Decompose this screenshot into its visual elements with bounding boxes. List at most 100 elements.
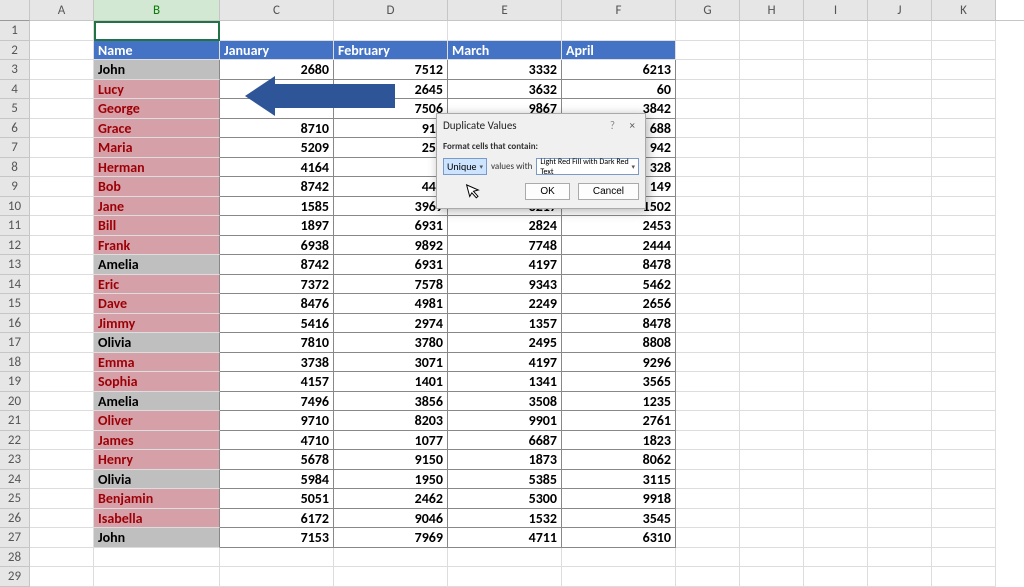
cell[interactable] <box>30 392 94 412</box>
cell[interactable] <box>932 489 996 509</box>
row-header[interactable]: 4 <box>0 80 30 100</box>
data-cell[interactable]: 6931 <box>334 216 448 236</box>
cell[interactable] <box>30 41 94 61</box>
data-cell[interactable]: 8478 <box>562 314 676 334</box>
cell[interactable] <box>30 119 94 139</box>
cell[interactable] <box>30 80 94 100</box>
cell[interactable] <box>932 470 996 490</box>
cell[interactable] <box>676 314 740 334</box>
data-cell[interactable]: 6213 <box>562 60 676 80</box>
cell[interactable] <box>30 99 94 119</box>
cell[interactable] <box>30 509 94 529</box>
cell[interactable] <box>932 509 996 529</box>
data-cell[interactable]: 8710 <box>220 119 334 139</box>
cell[interactable] <box>740 216 804 236</box>
data-cell[interactable]: 7969 <box>334 528 448 548</box>
cell[interactable] <box>676 431 740 451</box>
cell[interactable] <box>932 528 996 548</box>
cell[interactable] <box>562 567 676 587</box>
data-cell[interactable]: 3632 <box>448 80 562 100</box>
cell[interactable] <box>30 353 94 373</box>
cell[interactable] <box>804 21 868 41</box>
cell[interactable] <box>932 567 996 587</box>
cell[interactable] <box>676 353 740 373</box>
cell[interactable] <box>804 372 868 392</box>
row-header[interactable]: 23 <box>0 450 30 470</box>
cell[interactable] <box>740 119 804 139</box>
cell[interactable] <box>804 509 868 529</box>
cell[interactable] <box>30 236 94 256</box>
name-cell[interactable]: Emma <box>94 353 220 373</box>
data-cell[interactable]: 5462 <box>562 275 676 295</box>
cell[interactable] <box>676 509 740 529</box>
data-cell[interactable]: 5051 <box>220 489 334 509</box>
cell[interactable] <box>868 353 932 373</box>
cell[interactable] <box>676 489 740 509</box>
data-cell[interactable]: 7810 <box>220 333 334 353</box>
data-cell[interactable]: 3969 <box>334 197 448 217</box>
cell[interactable] <box>740 392 804 412</box>
col-header-d[interactable]: D <box>334 0 448 20</box>
cell[interactable] <box>740 431 804 451</box>
col-header-j[interactable]: J <box>868 0 932 20</box>
dialog-help-button[interactable]: ? <box>602 119 623 132</box>
data-cell[interactable]: 7512 <box>334 60 448 80</box>
data-cell[interactable]: 2736 <box>220 80 334 100</box>
data-cell[interactable]: 5300 <box>448 489 562 509</box>
cell[interactable] <box>676 197 740 217</box>
cell[interactable] <box>562 548 676 568</box>
data-cell[interactable]: 9710 <box>220 411 334 431</box>
data-cell[interactable]: 4710 <box>220 431 334 451</box>
cell[interactable] <box>30 314 94 334</box>
cell[interactable] <box>868 314 932 334</box>
cell[interactable] <box>30 528 94 548</box>
data-cell[interactable]: 1235 <box>562 392 676 412</box>
cell[interactable] <box>804 333 868 353</box>
cell[interactable] <box>932 119 996 139</box>
cell[interactable] <box>94 567 220 587</box>
cell[interactable] <box>932 21 996 41</box>
cell[interactable] <box>676 372 740 392</box>
cell[interactable] <box>868 411 932 431</box>
cell[interactable] <box>740 411 804 431</box>
data-cell[interactable]: 8203 <box>334 411 448 431</box>
cell[interactable] <box>740 294 804 314</box>
cell[interactable] <box>30 158 94 178</box>
cell[interactable] <box>740 333 804 353</box>
cell[interactable] <box>676 158 740 178</box>
data-cell[interactable]: 6687 <box>448 431 562 451</box>
cell[interactable] <box>932 197 996 217</box>
cell[interactable] <box>868 60 932 80</box>
data-cell[interactable]: 5385 <box>448 470 562 490</box>
col-header-c[interactable]: C <box>220 0 334 20</box>
cell[interactable] <box>804 158 868 178</box>
cell[interactable] <box>868 489 932 509</box>
cell[interactable] <box>676 392 740 412</box>
cell[interactable] <box>804 314 868 334</box>
data-cell[interactable]: 2444 <box>562 236 676 256</box>
cell[interactable] <box>740 567 804 587</box>
cell[interactable] <box>676 119 740 139</box>
cell[interactable] <box>804 450 868 470</box>
data-cell[interactable]: 9892 <box>334 236 448 256</box>
cell[interactable] <box>804 197 868 217</box>
mode-dropdown[interactable]: Unique ▾ <box>443 158 487 175</box>
cell[interactable] <box>868 216 932 236</box>
cell[interactable] <box>676 528 740 548</box>
data-cell[interactable]: 4157 <box>220 372 334 392</box>
cell[interactable] <box>868 138 932 158</box>
data-cell[interactable]: 2453 <box>562 216 676 236</box>
data-cell[interactable]: 4197 <box>448 353 562 373</box>
cell[interactable] <box>932 99 996 119</box>
cell[interactable] <box>220 548 334 568</box>
cell[interactable] <box>804 216 868 236</box>
row-header[interactable]: 17 <box>0 333 30 353</box>
cell[interactable] <box>740 177 804 197</box>
col-header-i[interactable]: I <box>804 0 868 20</box>
cell[interactable] <box>868 548 932 568</box>
data-cell[interactable]: 2249 <box>448 294 562 314</box>
row-header[interactable]: 18 <box>0 353 30 373</box>
cell[interactable] <box>804 294 868 314</box>
name-cell[interactable]: Maria <box>94 138 220 158</box>
data-cell[interactable]: 6938 <box>220 236 334 256</box>
